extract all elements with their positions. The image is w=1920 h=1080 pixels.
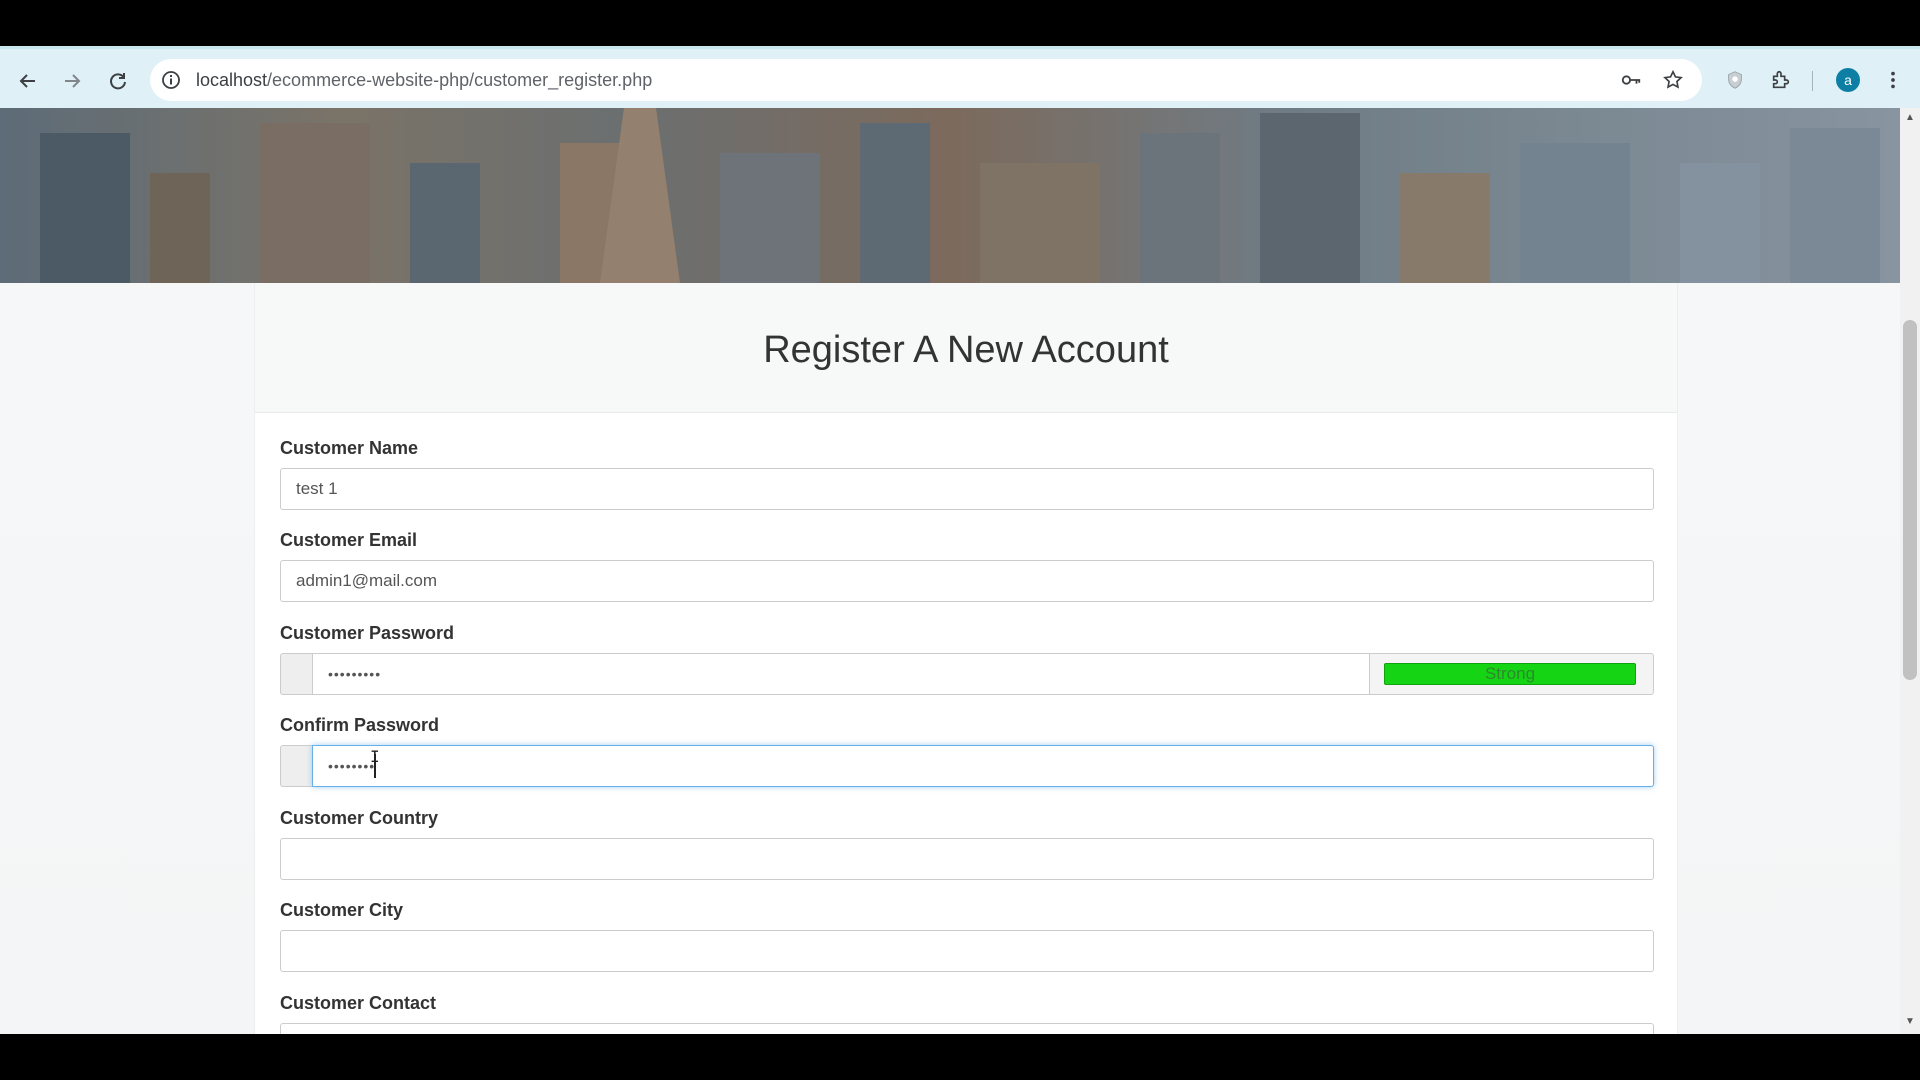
- address-bar[interactable]: localhost/ecommerce-website-php/customer…: [150, 59, 1702, 101]
- mouse-ibeam-cursor: I: [370, 747, 380, 766]
- site-info-icon[interactable]: [160, 69, 182, 91]
- extensions-puzzle-icon[interactable]: [1764, 63, 1798, 97]
- card-header: Register A New Account: [255, 283, 1677, 413]
- password-strength-meter: Strong: [1370, 653, 1654, 695]
- customer-name-label: Customer Name: [280, 438, 419, 458]
- password-strength-badge: Strong: [1384, 663, 1636, 685]
- customer-email-label: Customer Email: [280, 530, 418, 550]
- password-addon: [280, 653, 312, 695]
- reload-icon: [110, 73, 126, 90]
- arrow-right-icon: [65, 74, 81, 88]
- customer-contact-input[interactable]: [280, 1023, 1654, 1034]
- city-banner-image: [0, 108, 1900, 283]
- browser-menu-button[interactable]: [1876, 63, 1910, 97]
- reload-button[interactable]: [100, 63, 136, 99]
- screen-bottom-letterbox: [0, 1034, 1920, 1080]
- extension-shield-icon[interactable]: [1718, 63, 1752, 97]
- url-text[interactable]: localhost/ecommerce-website-php/customer…: [196, 70, 652, 91]
- scroll-down-arrow-icon[interactable]: ▼: [1904, 1016, 1916, 1028]
- back-button[interactable]: [10, 63, 46, 99]
- customer-country-label: Customer Country: [280, 808, 439, 828]
- forward-button[interactable]: [54, 63, 90, 99]
- register-card: Register A New Account Customer Name tes…: [254, 283, 1678, 1034]
- confirm-password-label: Confirm Password: [280, 715, 440, 735]
- url-path: /ecommerce-website-php/customer_register…: [267, 70, 653, 90]
- browser-toolbar: localhost/ecommerce-website-php/customer…: [0, 46, 1920, 108]
- bookmark-star-icon[interactable]: [1660, 67, 1686, 93]
- password-key-icon[interactable]: [1618, 67, 1644, 93]
- url-host: localhost: [196, 70, 268, 90]
- kebab-menu-icon: [1891, 71, 1895, 89]
- customer-city-input[interactable]: [280, 930, 1654, 972]
- page-viewport: Register A New Account Customer Name tes…: [0, 108, 1900, 1034]
- toolbar-separator: [1812, 71, 1813, 91]
- confirm-password-group: •••••••• I: [280, 745, 1654, 787]
- customer-email-input[interactable]: admin1@mail.com: [280, 560, 1654, 602]
- screen-top-letterbox: [0, 0, 1920, 46]
- scrollbar-thumb[interactable]: [1903, 320, 1917, 680]
- customer-password-input[interactable]: •••••••••: [312, 653, 1370, 695]
- customer-password-label: Customer Password: [280, 623, 455, 643]
- profile-button[interactable]: a: [1831, 63, 1865, 97]
- page-scrollbar[interactable]: ▲ ▼: [1900, 108, 1920, 1034]
- arrow-left-icon: [19, 74, 35, 88]
- scroll-up-arrow-icon[interactable]: ▲: [1904, 112, 1916, 124]
- customer-password-group: ••••••••• Strong: [280, 653, 1654, 695]
- customer-country-input[interactable]: [280, 838, 1654, 880]
- confirm-password-input[interactable]: ••••••••: [312, 745, 1654, 787]
- page-title: Register A New Account: [763, 329, 1169, 371]
- customer-contact-label: Customer Contact: [280, 993, 437, 1013]
- customer-city-label: Customer City: [280, 900, 404, 920]
- avatar: a: [1836, 68, 1860, 92]
- customer-name-input[interactable]: test 1: [280, 468, 1654, 510]
- browser-window: localhost/ecommerce-website-php/customer…: [0, 46, 1920, 1034]
- confirm-password-addon: [280, 745, 312, 787]
